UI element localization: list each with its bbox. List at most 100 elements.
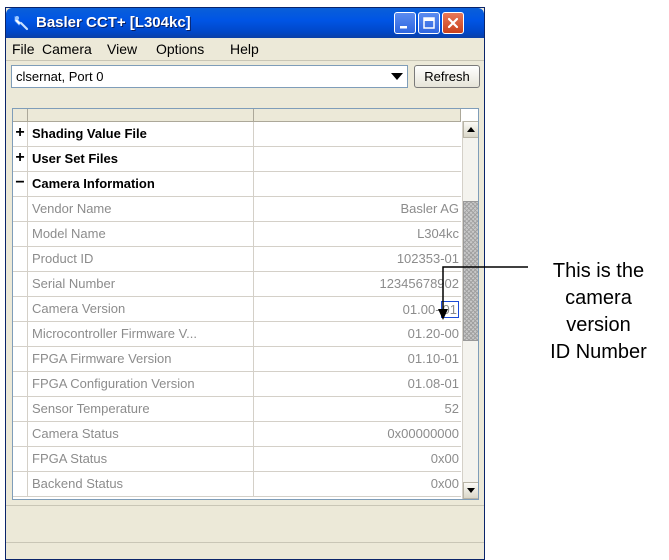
name-cell: Shading Value File <box>28 122 254 146</box>
property-value: 01.10-01 <box>408 351 459 366</box>
property-value: L304kc <box>417 226 459 241</box>
menu-camera[interactable]: Camera <box>42 41 92 57</box>
row-gutter <box>13 197 28 221</box>
property-name: Serial Number <box>32 276 116 291</box>
close-button[interactable] <box>442 12 464 34</box>
value-cell: 01.10-01 <box>254 347 461 371</box>
title-bar[interactable]: Basler CCT+ [L304kc] <box>6 8 484 38</box>
name-cell: Microcontroller Firmware V... <box>28 322 254 346</box>
name-cell: Model Name <box>28 222 254 246</box>
property-name: Camera Information <box>32 176 155 191</box>
property-value: 52 <box>445 401 459 416</box>
property-name: Backend Status <box>32 476 124 491</box>
property-row[interactable]: FPGA Configuration Version 01.08-01 <box>13 372 461 397</box>
group-row[interactable]: − Camera Information <box>13 172 461 197</box>
property-grid: + Shading Value File + User Set Files − Camer… <box>12 108 479 500</box>
row-gutter <box>13 272 28 296</box>
property-row[interactable]: Backend Status 0x00 <box>13 472 461 497</box>
annotation-line-4: ID Number <box>550 341 647 363</box>
property-value-text: 52 <box>444 401 459 416</box>
property-value-text: 0x00 <box>430 451 459 466</box>
property-row[interactable]: Sensor Temperature 52 <box>13 397 461 422</box>
property-name: User Set Files <box>32 151 118 166</box>
name-cell: Camera Information <box>28 172 254 196</box>
maximize-button[interactable] <box>418 12 440 34</box>
annotation-line-3: version <box>566 314 631 336</box>
value-cell: 01.08-01 <box>254 372 461 396</box>
property-row[interactable]: Camera Version 01.00- 01 <box>13 297 461 322</box>
property-row[interactable]: Microcontroller Firmware V... 01.20-00 <box>13 322 461 347</box>
property-row[interactable]: Vendor Name Basler AG <box>13 197 461 222</box>
name-cell: Vendor Name <box>28 197 254 221</box>
menu-view[interactable]: View <box>107 41 137 57</box>
property-row[interactable]: Camera Status 0x00000000 <box>13 422 461 447</box>
property-name: Camera Version <box>32 301 126 316</box>
close-icon <box>447 17 459 29</box>
property-name: FPGA Status <box>32 451 108 466</box>
chevron-down-icon <box>391 73 403 80</box>
row-gutter <box>13 322 28 346</box>
property-value: 0x00000000 <box>387 426 459 441</box>
group-row[interactable]: + User Set Files <box>13 147 461 172</box>
scroll-down-button[interactable] <box>463 482 478 499</box>
row-gutter <box>13 222 28 246</box>
property-row[interactable]: Product ID 102353-01 <box>13 247 461 272</box>
value-cell: L304kc <box>254 222 461 246</box>
property-row[interactable]: Serial Number 12345678902 <box>13 272 461 297</box>
callout-arrow <box>438 266 528 320</box>
name-cell: Camera Version <box>28 297 254 321</box>
property-value-text: 0x00 <box>430 476 459 491</box>
menu-file[interactable]: File <box>12 41 35 57</box>
name-cell: FPGA Firmware Version <box>28 347 254 371</box>
value-cell: 0x00000000 <box>254 422 461 446</box>
property-row[interactable]: FPGA Firmware Version 01.10-01 <box>13 347 461 372</box>
expand-toggle[interactable]: + <box>13 147 28 171</box>
window-title: Basler CCT+ [L304kc] <box>36 14 191 31</box>
property-row[interactable]: FPGA Status 0x00 <box>13 447 461 472</box>
port-select-value: clsernat, Port 0 <box>16 69 104 84</box>
row-gutter <box>13 472 28 496</box>
minimize-button[interactable] <box>394 12 416 34</box>
value-cell <box>254 172 461 196</box>
property-row[interactable]: Model Name L304kc <box>13 222 461 247</box>
property-name: Shading Value File <box>32 126 147 141</box>
header-name-column[interactable] <box>28 109 254 121</box>
expand-toggle[interactable]: + <box>13 122 28 146</box>
port-select[interactable]: clsernat, Port 0 <box>11 65 408 88</box>
name-cell: FPGA Configuration Version <box>28 372 254 396</box>
header-value-column[interactable] <box>254 109 461 121</box>
property-value: 0x00 <box>431 476 459 491</box>
property-value-text: Basler AG <box>400 201 459 216</box>
property-value: Basler AG <box>400 201 459 216</box>
row-gutter <box>13 372 28 396</box>
expand-toggle[interactable]: − <box>13 172 28 196</box>
property-value-text: 0x00000000 <box>387 426 459 441</box>
refresh-button[interactable]: Refresh <box>414 65 480 88</box>
name-cell: Serial Number <box>28 272 254 296</box>
camera-app-icon <box>13 14 31 32</box>
menu-bar: File Camera View Options Help <box>6 38 484 61</box>
property-value: 0x00 <box>431 451 459 466</box>
property-value-text: 01.10-01 <box>407 351 459 366</box>
property-name: FPGA Firmware Version <box>32 351 172 366</box>
property-name: Model Name <box>32 226 106 241</box>
menu-help[interactable]: Help <box>230 41 259 57</box>
group-row[interactable]: + Shading Value File <box>13 122 461 147</box>
name-cell: FPGA Status <box>28 447 254 471</box>
name-cell: Sensor Temperature <box>28 397 254 421</box>
property-name: Product ID <box>32 251 94 266</box>
callout-annotation: This is the camera version ID Number <box>528 258 669 366</box>
scroll-up-button[interactable] <box>463 121 478 138</box>
property-value-text: 01.08-01 <box>407 376 459 391</box>
application-window: Basler CCT+ [L304kc] File Camera View Op… <box>5 7 485 560</box>
row-gutter <box>13 297 28 321</box>
value-cell: 0x00 <box>254 447 461 471</box>
header-gutter <box>13 109 28 121</box>
row-gutter <box>13 347 28 371</box>
annotation-line-1: This is the <box>552 260 645 282</box>
name-cell: Backend Status <box>28 472 254 496</box>
value-cell: 0x00 <box>254 472 461 496</box>
property-value-text: L304kc <box>417 226 459 241</box>
menu-options[interactable]: Options <box>156 41 204 57</box>
property-name: FPGA Configuration Version <box>32 376 195 391</box>
